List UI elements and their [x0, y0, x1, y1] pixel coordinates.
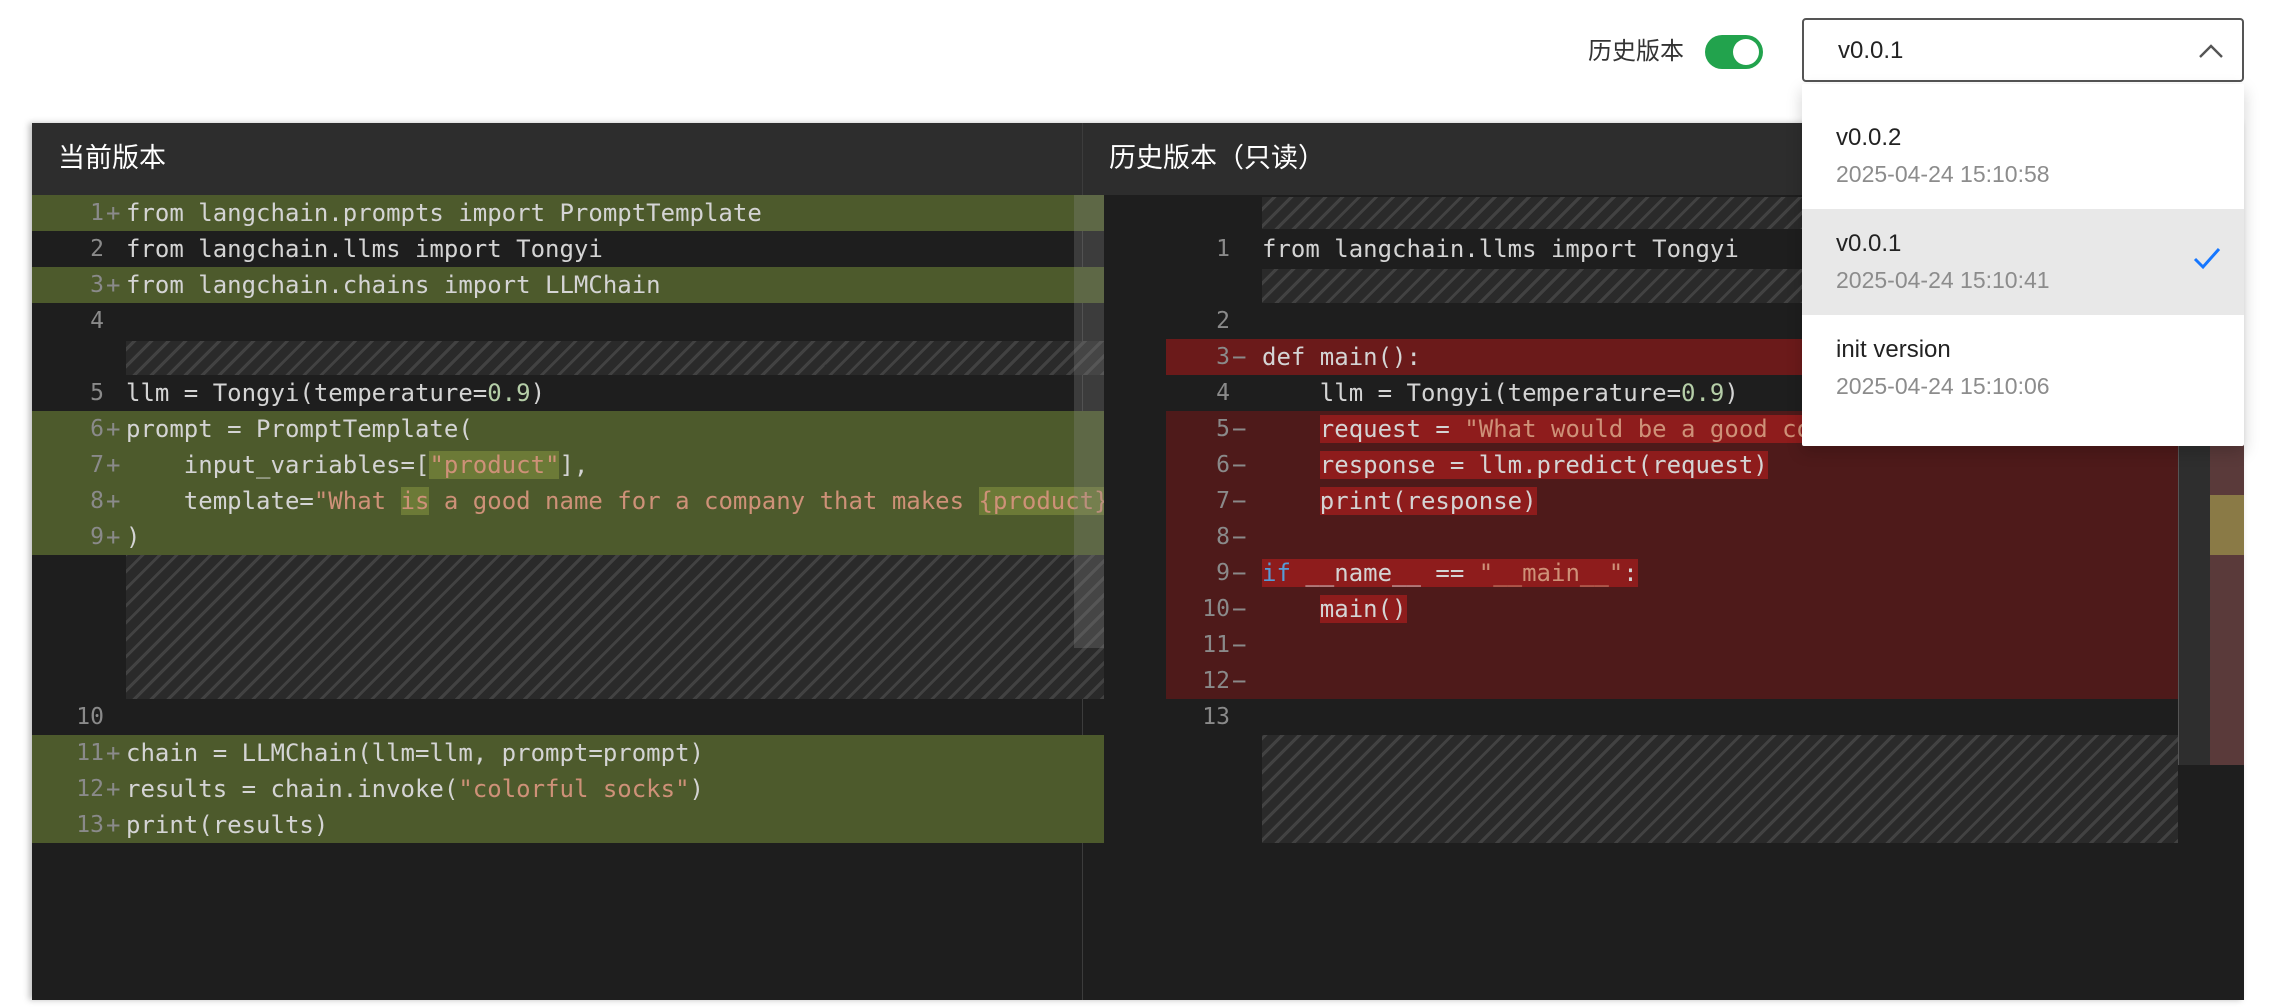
diff-mark: + [106, 415, 121, 443]
version-select-value: v0.0.1 [1838, 37, 1904, 64]
diff-mark: − [1232, 343, 1247, 371]
diff-mark: + [106, 199, 121, 227]
diff-mark: + [106, 811, 121, 839]
line-number: 6 [1216, 452, 1230, 478]
code-line: print(response) [1319, 487, 1537, 515]
code-line: if __name__ == "__main__": [1262, 559, 1638, 587]
diff-mark: + [106, 523, 121, 551]
diff-mark: − [1232, 595, 1247, 623]
diff-mark: − [1232, 451, 1247, 479]
diff-mark: − [1232, 559, 1247, 587]
code-line: print(results) [126, 811, 329, 839]
version-option-selected[interactable]: v0.0.1 2025-04-24 15:10:41 [1802, 209, 2244, 315]
diff-mark: + [106, 487, 121, 515]
diff-mark: − [1232, 631, 1247, 659]
toggle-knob [1733, 39, 1759, 65]
code-line: request = "What would be a good co [1319, 415, 1812, 443]
ruler-added-marker [2210, 495, 2244, 555]
line-number: 6 [90, 416, 104, 442]
chevron-up-icon [2199, 44, 2223, 58]
diff-filler [126, 555, 1104, 699]
code-line: def main(): [1262, 343, 1421, 371]
version-dropdown: v0.0.2 2025-04-24 15:10:58 v0.0.1 2025-0… [1802, 84, 2244, 446]
line-number: 7 [90, 452, 104, 478]
line-number: 4 [1216, 380, 1230, 406]
diff-mark: + [106, 451, 121, 479]
version-time: 2025-04-24 15:10:06 [1836, 373, 2050, 399]
diff-mark: − [1232, 523, 1247, 551]
version-option[interactable]: init version 2025-04-24 15:10:06 [1802, 315, 2244, 421]
code-line: template="What is a good name for a comp… [126, 483, 1104, 519]
line-number: 8 [90, 488, 104, 514]
line-number: 10 [1202, 596, 1230, 622]
code-line: from langchain.llms import Tongyi [126, 235, 603, 263]
line-number: 10 [76, 704, 104, 730]
diff-mark: − [1232, 487, 1247, 515]
code-line: response = llm.predict(request) [1319, 451, 1768, 479]
line-number: 3 [90, 272, 104, 298]
line-number: 2 [90, 236, 104, 262]
diff-filler [126, 341, 1104, 375]
line-number: 5 [90, 380, 104, 406]
version-option[interactable]: v0.0.2 2025-04-24 15:10:58 [1802, 103, 2244, 209]
code-line: from langchain.llms import Tongyi [1262, 235, 1739, 263]
code-line: chain = LLMChain(llm=llm, prompt=prompt) [126, 739, 704, 767]
history-version-label: 历史版本 [1588, 38, 1684, 65]
line-number: 2 [1216, 308, 1230, 334]
code-line: main() [1319, 595, 1407, 623]
left-scrollbar[interactable] [1074, 195, 1104, 648]
line-number: 12 [1202, 668, 1230, 694]
version-name: init version [1836, 336, 1951, 363]
diff-mark: + [106, 775, 121, 803]
line-number: 3 [1216, 344, 1230, 370]
line-number: 13 [76, 812, 104, 838]
check-icon [2193, 248, 2221, 270]
code-line: results = chain.invoke("colorful socks") [126, 775, 704, 803]
line-number: 1 [1216, 236, 1230, 262]
line-number: 1 [90, 200, 104, 226]
code-line: llm = Tongyi(temperature=0.9) [1262, 379, 1739, 407]
code-line: llm = Tongyi(temperature=0.9) [126, 379, 546, 407]
line-number: 9 [1216, 560, 1230, 586]
line-number: 12 [76, 776, 104, 802]
version-name: v0.0.2 [1836, 124, 1902, 151]
code-line: from langchain.chains import LLMChain [126, 271, 661, 299]
line-number: 13 [1202, 704, 1230, 730]
diff-filler [1262, 735, 2178, 843]
line-number: 11 [1202, 632, 1230, 658]
history-version-toggle[interactable] [1705, 35, 1763, 69]
diff-mark: − [1232, 415, 1247, 443]
line-number: 8 [1216, 524, 1230, 550]
version-name: v0.0.1 [1836, 230, 1902, 257]
line-number: 7 [1216, 488, 1230, 514]
diff-mark: + [106, 271, 121, 299]
diff-mark: + [106, 739, 121, 767]
version-time: 2025-04-24 15:10:41 [1836, 267, 2050, 293]
line-number: 11 [76, 740, 104, 766]
version-select[interactable]: v0.0.1 [1802, 18, 2244, 82]
line-number: 5 [1216, 416, 1230, 442]
code-line: prompt = PromptTemplate( [126, 415, 473, 443]
diff-mark: − [1232, 667, 1247, 695]
version-time: 2025-04-24 15:10:58 [1836, 161, 2050, 187]
line-number: 4 [90, 308, 104, 334]
code-line: from langchain.prompts import PromptTemp… [126, 199, 762, 227]
line-number: 9 [90, 524, 104, 550]
code-line: ) [126, 523, 141, 551]
current-version-header: 当前版本 [32, 123, 1082, 195]
code-line: input_variables=["product"], [126, 451, 589, 479]
